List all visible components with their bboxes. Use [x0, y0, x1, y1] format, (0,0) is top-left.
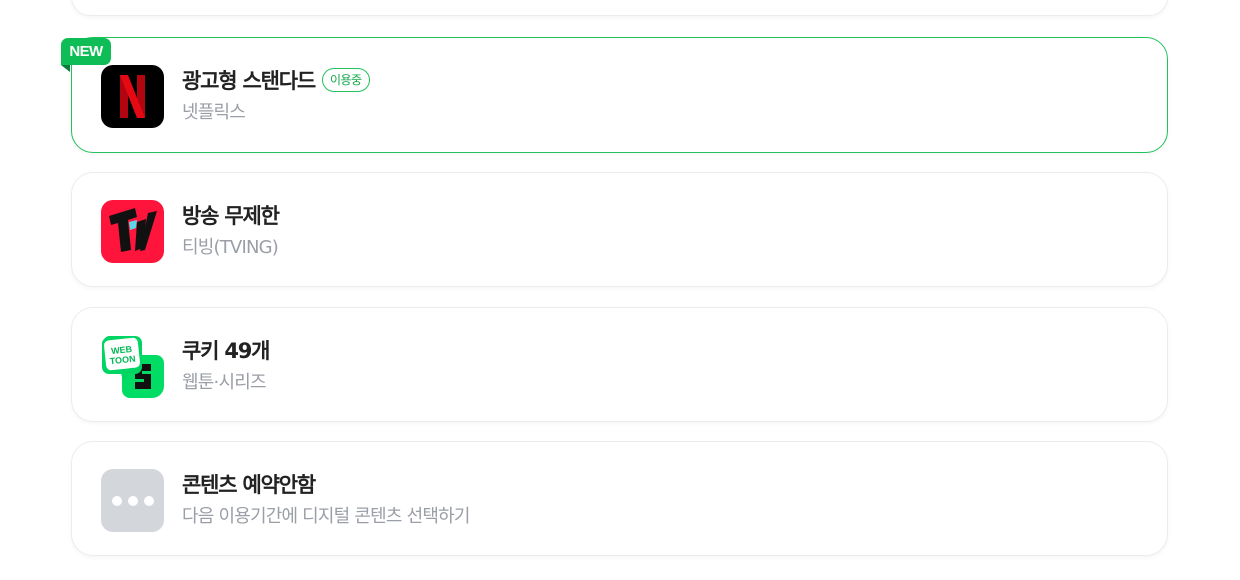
- previous-option-card[interactable]: [71, 0, 1168, 16]
- webtoon-series-mark: WEB TOON: [102, 336, 164, 398]
- option-provider: 티빙(TVING): [182, 237, 279, 258]
- title-row: 광고형 스탠다드 이용중: [182, 66, 370, 94]
- dot: [143, 495, 154, 506]
- title-row: 콘텐츠 예약안함: [182, 470, 316, 498]
- title-row: 방송 무제한: [182, 201, 280, 229]
- tving-logo-icon: [101, 200, 164, 263]
- netflix-logo-icon: [101, 65, 164, 128]
- option-card-webtoon[interactable]: WEB TOON 쿠키 49개 웹툰·시리즈: [71, 307, 1168, 422]
- option-title: 콘텐츠 예약안함: [182, 473, 316, 497]
- tving-t-mark: [109, 208, 157, 252]
- netflix-n-mark: [120, 75, 145, 118]
- dot: [127, 495, 138, 506]
- in-use-badge: 이용중: [321, 68, 370, 92]
- new-tag: NEW: [61, 38, 111, 65]
- option-card-tving[interactable]: 방송 무제한 티빙(TVING): [71, 172, 1168, 287]
- more-dots-icon: [101, 469, 164, 532]
- dot: [111, 495, 122, 506]
- option-title: 광고형 스탠다드: [182, 69, 316, 93]
- option-title: 쿠키 49개: [182, 339, 271, 363]
- option-provider: 넷플릭스: [182, 102, 246, 123]
- option-card-netflix[interactable]: 광고형 스탠다드 이용중 넷플릭스: [71, 37, 1168, 153]
- digital-content-option-list: NEW 광고형 스탠다드 이용중 넷플릭스 방송 무제한 티빙(TVING) W…: [0, 0, 1240, 580]
- option-title: 방송 무제한: [182, 204, 280, 228]
- option-description: 다음 이용기간에 디지털 콘텐츠 선택하기: [182, 506, 470, 527]
- option-provider: 웹툰·시리즈: [182, 372, 267, 393]
- new-tag-fold: [61, 65, 70, 72]
- option-card-no-reservation[interactable]: 콘텐츠 예약안함 다음 이용기간에 디지털 콘텐츠 선택하기: [71, 441, 1168, 556]
- title-row: 쿠키 49개: [182, 336, 271, 364]
- webtoon-series-logo-icon: WEB TOON: [101, 335, 164, 398]
